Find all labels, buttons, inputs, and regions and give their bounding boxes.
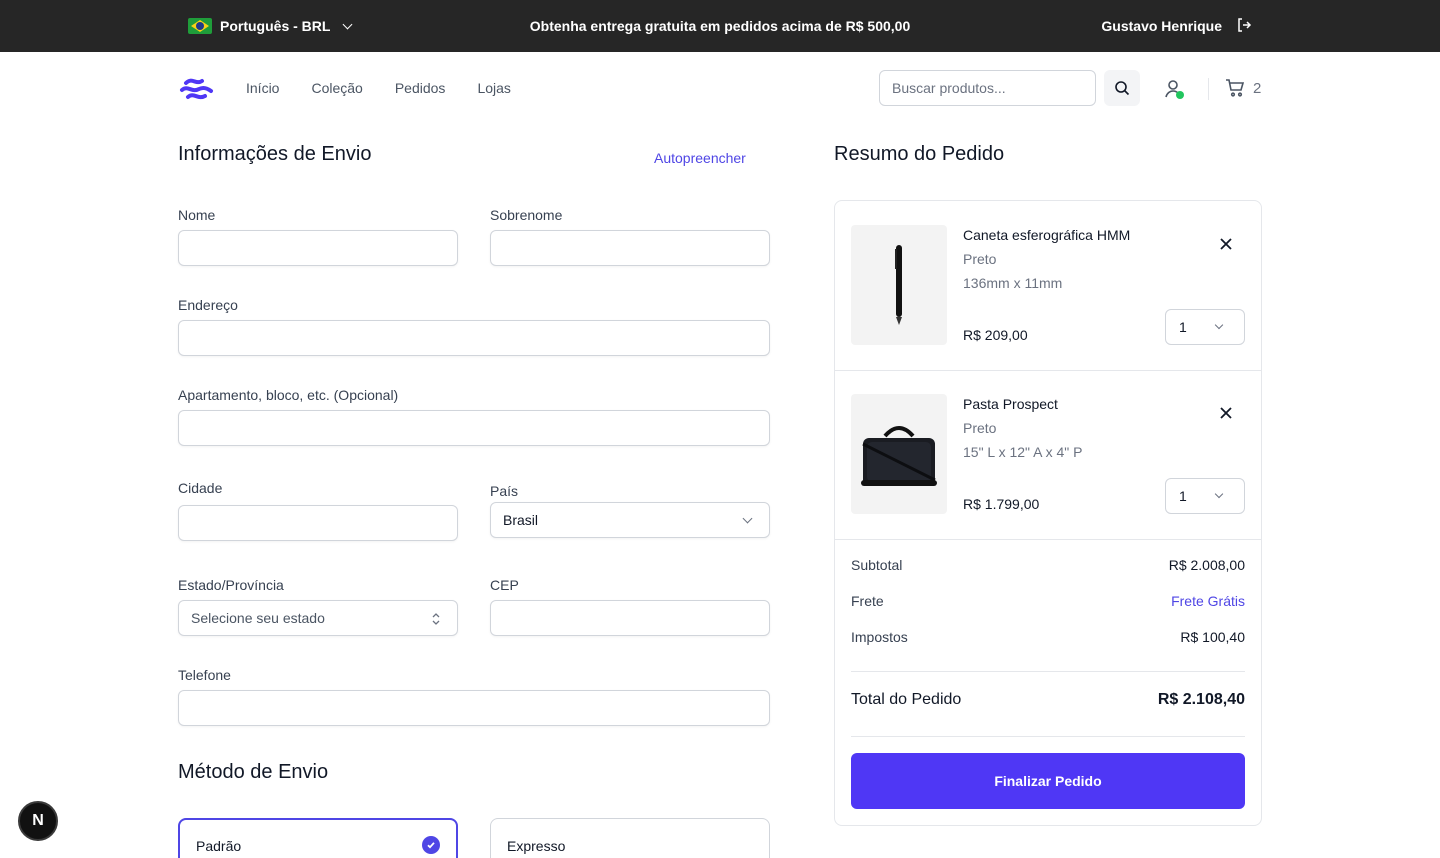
shipping-label: Frete	[851, 593, 884, 609]
state-placeholder: Selecione seu estado	[191, 610, 325, 626]
quantity-select[interactable]: 1	[1165, 478, 1245, 514]
state-select[interactable]: Selecione seu estado	[178, 600, 458, 636]
items-divider	[835, 539, 1261, 540]
cart-item: Caneta esferográfica HMM Preto 136mm x 1…	[835, 201, 1261, 370]
shipping-value: Frete Grátis	[1171, 593, 1245, 609]
phone-label: Telefone	[178, 667, 231, 683]
taxes-label: Impostos	[851, 629, 908, 645]
item-color: Preto	[963, 251, 997, 267]
close-icon[interactable]	[1219, 237, 1233, 251]
check-circle-icon	[422, 836, 440, 854]
nav-pedidos[interactable]: Pedidos	[395, 80, 446, 96]
quantity-select[interactable]: 1	[1165, 309, 1245, 345]
chevron-down-icon	[343, 19, 353, 29]
last-name-label: Sobrenome	[490, 207, 563, 223]
nav-lojas[interactable]: Lojas	[477, 80, 510, 96]
header-divider	[1208, 78, 1209, 100]
product-image-pen	[851, 225, 947, 345]
logout-icon[interactable]	[1236, 17, 1252, 36]
shipping-option-label: Padrão	[196, 838, 242, 854]
search-icon	[1115, 81, 1130, 96]
country-label: País	[490, 483, 519, 499]
shipping-option-standard[interactable]: Padrão	[178, 818, 458, 858]
item-price: R$ 1.799,00	[963, 496, 1040, 512]
zip-input[interactable]	[490, 600, 770, 636]
total-divider	[851, 736, 1245, 737]
account-button[interactable]	[1163, 78, 1185, 100]
last-name-input[interactable]	[490, 230, 770, 266]
nav-inicio[interactable]: Início	[246, 80, 279, 96]
shipping-option-label: Expresso	[507, 838, 566, 854]
order-summary: Caneta esferográfica HMM Preto 136mm x 1…	[834, 200, 1262, 826]
cart-button[interactable]: 2	[1225, 78, 1261, 98]
total-label: Total do Pedido	[851, 691, 962, 708]
total-value: R$ 2.108,40	[1157, 691, 1245, 708]
announcement-bar: Obtenha entrega gratuita em pedidos acim…	[0, 0, 1440, 52]
subtotal-value: R$ 2.008,00	[1168, 557, 1245, 573]
country-value: Brasil	[503, 512, 539, 528]
shipping-row: Frete Frete Grátis	[851, 593, 1245, 609]
state-label: Estado/Província	[178, 577, 284, 593]
online-status-dot	[1176, 91, 1184, 99]
country-select[interactable]: Brasil	[490, 502, 770, 538]
close-icon[interactable]	[1219, 406, 1233, 420]
quantity-value: 1	[1179, 488, 1187, 504]
item-color: Preto	[963, 420, 997, 436]
shipping-title: Informações de Envio	[178, 143, 372, 165]
cart-count: 2	[1253, 79, 1262, 97]
logo-icon[interactable]	[178, 74, 218, 102]
first-name-input[interactable]	[178, 230, 458, 266]
chevron-down-icon	[1214, 320, 1224, 330]
item-size: 15" L x 12" A x 4" P	[963, 444, 1083, 460]
user-name: Gustavo Henrique	[1101, 18, 1222, 34]
phone-input[interactable]	[178, 690, 770, 726]
nav-colecao[interactable]: Coleção	[311, 80, 362, 96]
main-header: Início Coleção Pedidos Lojas 2	[0, 52, 1440, 124]
brazil-flag-icon	[188, 18, 212, 34]
cart-icon	[1226, 79, 1245, 97]
totals-divider	[851, 671, 1245, 672]
taxes-value: R$ 100,40	[1180, 629, 1245, 645]
address-input[interactable]	[178, 320, 770, 356]
user-menu: Gustavo Henrique	[1101, 0, 1252, 52]
item-name[interactable]: Caneta esferográfica HMM	[963, 227, 1130, 243]
autofill-link[interactable]: Autopreencher	[654, 150, 746, 166]
item-price: R$ 209,00	[963, 327, 1028, 343]
item-size: 136mm x 11mm	[963, 275, 1063, 291]
shipping-method-title: Método de Envio	[178, 761, 329, 783]
subtotal-row: Subtotal R$ 2.008,00	[851, 557, 1245, 573]
chevron-updown-icon	[432, 613, 440, 625]
apartment-label: Apartamento, bloco, etc. (Opcional)	[178, 387, 399, 403]
cart-item: Pasta Prospect Preto 15" L x 12" A x 4" …	[835, 370, 1261, 539]
address-label: Endereço	[178, 297, 238, 313]
chevron-down-icon	[742, 513, 753, 524]
shipping-option-express[interactable]: Expresso	[490, 818, 770, 858]
product-image-briefcase	[851, 394, 947, 514]
zip-label: CEP	[490, 577, 519, 593]
chevron-down-icon	[1214, 489, 1224, 499]
first-name-label: Nome	[178, 207, 216, 223]
subtotal-label: Subtotal	[851, 557, 903, 573]
language-selector[interactable]: Português - BRL	[188, 0, 353, 52]
apartment-input[interactable]	[178, 410, 770, 446]
search-button[interactable]	[1104, 70, 1140, 106]
main-nav: Início Coleção Pedidos Lojas	[246, 52, 511, 124]
checkout-button[interactable]: Finalizar Pedido	[851, 753, 1245, 809]
city-label: Cidade	[178, 480, 223, 496]
summary-title: Resumo do Pedido	[834, 143, 1005, 165]
language-label: Português - BRL	[220, 18, 331, 34]
dev-tools-badge[interactable]: N	[18, 801, 58, 841]
search-input[interactable]	[879, 70, 1096, 106]
city-input[interactable]	[178, 505, 458, 541]
quantity-value: 1	[1179, 319, 1187, 335]
total-row: Total do Pedido R$ 2.108,40	[851, 691, 1245, 709]
taxes-row: Impostos R$ 100,40	[851, 629, 1245, 645]
item-name[interactable]: Pasta Prospect	[963, 396, 1058, 412]
